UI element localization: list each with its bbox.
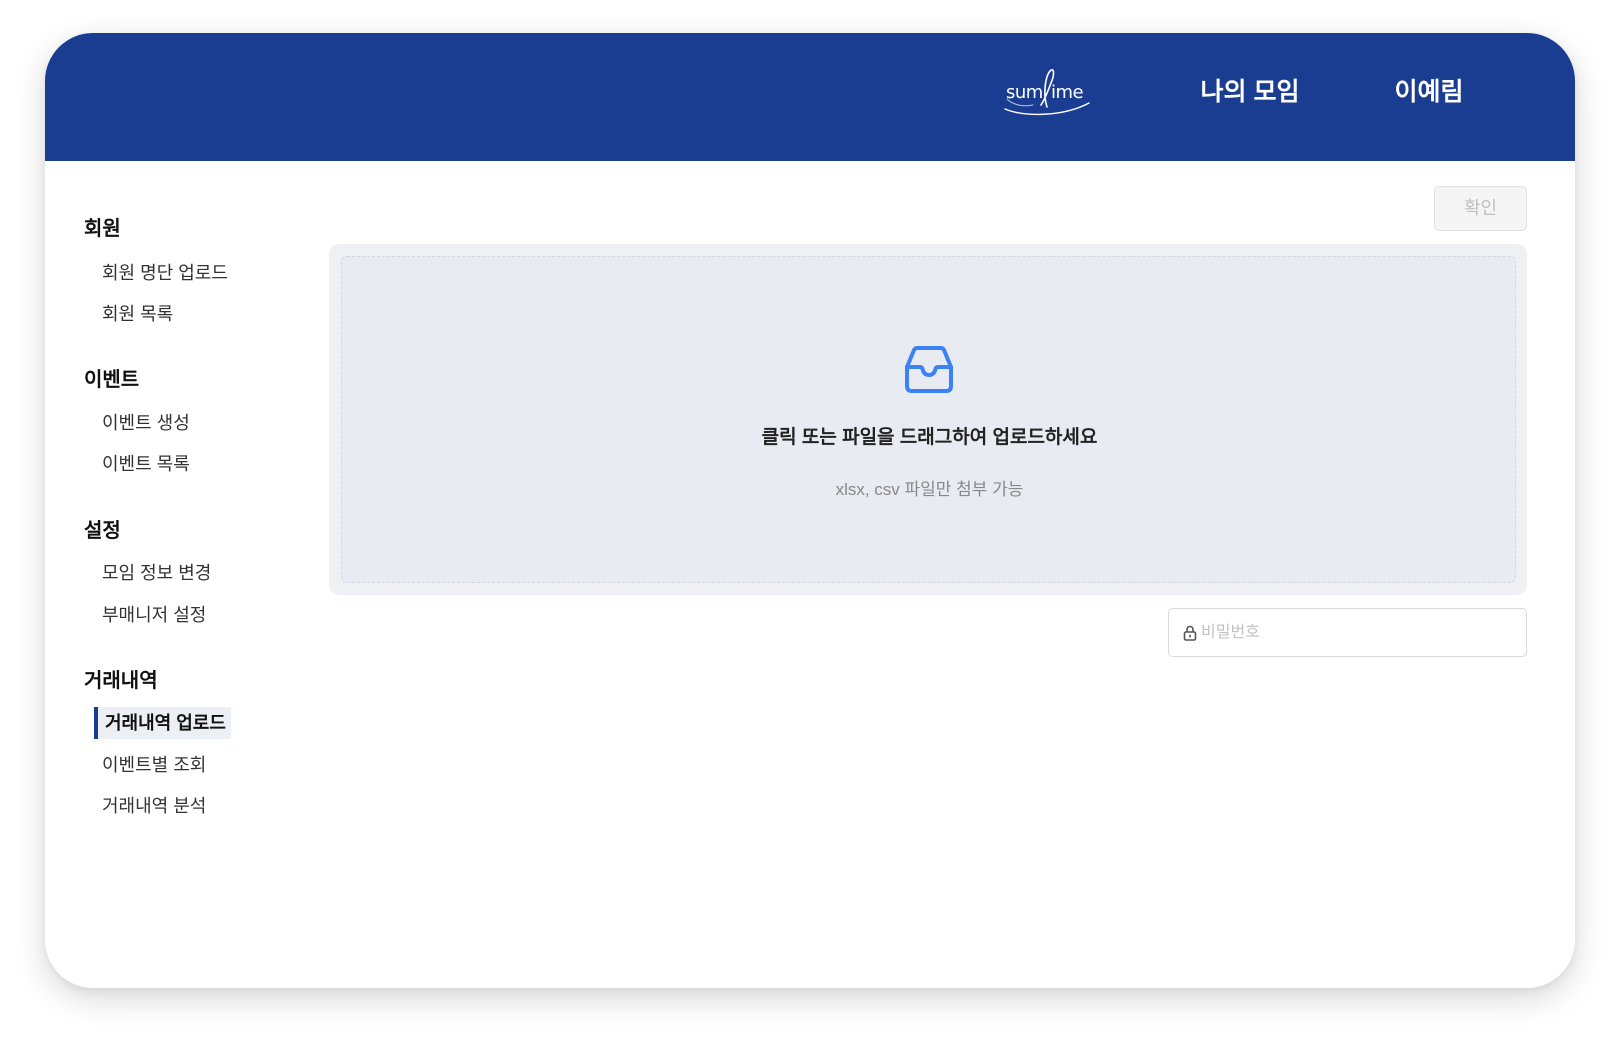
sumtime-logo[interactable]: sum ime (1003, 65, 1091, 119)
lock-icon (1183, 625, 1197, 641)
sidebar-section-members: 회원 (84, 218, 121, 240)
sidebar-item-transaction-analysis[interactable]: 거래내역 분석 (102, 793, 206, 819)
sidebar-section-events: 이벤트 (84, 369, 140, 391)
sidebar-section-settings: 설정 (84, 520, 121, 542)
sidebar-section-transactions: 거래내역 (84, 670, 158, 692)
confirm-button[interactable]: 확인 (1434, 186, 1527, 231)
upload-panel: 클릭 또는 파일을 드래그하여 업로드하세요 xlsx, csv 파일만 첨부 … (329, 244, 1527, 595)
nav-user-name[interactable]: 이예림 (1394, 77, 1463, 107)
sidebar-item-member-list[interactable]: 회원 목록 (102, 301, 173, 327)
nav-my-groups[interactable]: 나의 모임 (1201, 77, 1300, 107)
password-field (1168, 608, 1527, 657)
sidebar-item-create-event[interactable]: 이벤트 생성 (102, 410, 190, 436)
app-window: sum ime 나의 모임 이예림 회원 회원 명단 업로드 회원 목록 이벤트… (45, 33, 1575, 988)
dropzone-hint: xlsx, csv 파일만 첨부 가능 (835, 480, 1024, 499)
top-header: sum ime 나의 모임 이예림 (45, 33, 1575, 161)
sidebar-item-group-info[interactable]: 모임 정보 변경 (102, 560, 211, 586)
sidebar-item-by-event[interactable]: 이벤트별 조회 (102, 752, 206, 778)
password-input[interactable] (1201, 609, 1516, 656)
sidebar-item-submanager[interactable]: 부매니저 설정 (102, 602, 206, 628)
logo-text-suffix: ime (1051, 82, 1084, 103)
dropzone-title: 클릭 또는 파일을 드래그하여 업로드하세요 (761, 427, 1098, 448)
file-dropzone[interactable]: 클릭 또는 파일을 드래그하여 업로드하세요 xlsx, csv 파일만 첨부 … (341, 256, 1516, 583)
sidebar-item-event-list[interactable]: 이벤트 목록 (102, 451, 190, 477)
sidebar-item-transaction-upload[interactable]: 거래내역 업로드 (94, 707, 231, 739)
logo-text-prefix: sum (1006, 82, 1043, 103)
inbox-icon (905, 346, 953, 393)
sidebar-item-member-list-upload[interactable]: 회원 명단 업로드 (102, 260, 228, 286)
